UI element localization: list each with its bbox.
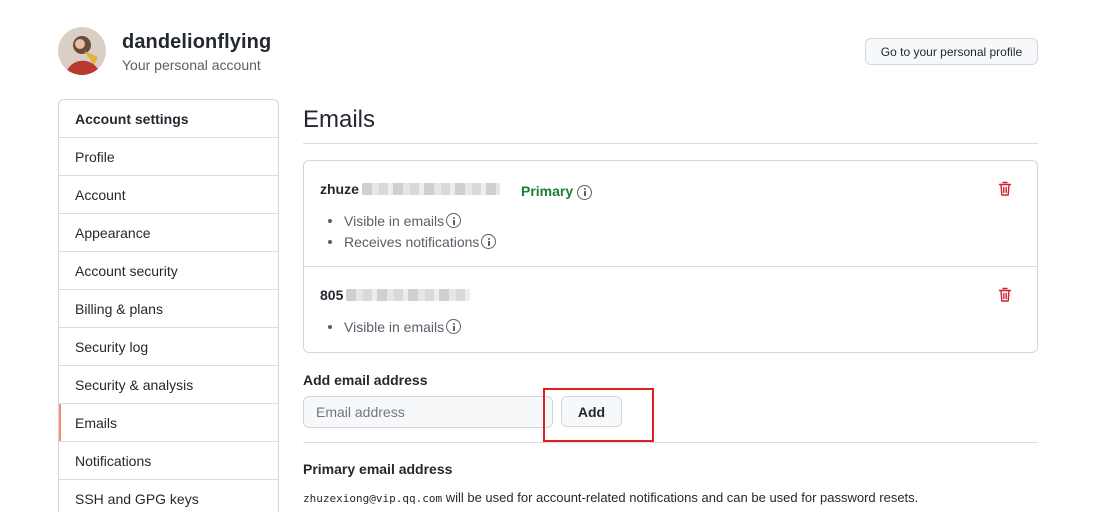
username: dandelionflying — [122, 31, 272, 53]
primary-email-heading: Primary email address — [303, 461, 453, 477]
sidebar-item-profile[interactable]: Profile — [59, 138, 278, 176]
property-label: Visible in emails — [344, 318, 445, 335]
list-item: Receives notifications — [328, 231, 497, 252]
email-row: 805 Visible in emails — [304, 267, 1037, 353]
sidebar-item-notifications[interactable]: Notifications — [59, 442, 278, 480]
email-list: zhuze Primary Visible in emails Receives… — [303, 160, 1038, 353]
sidebar-item-security-analysis[interactable]: Security & analysis — [59, 366, 278, 404]
info-icon[interactable] — [481, 234, 497, 249]
add-email-label: Add email address — [303, 372, 428, 388]
property-label: Receives notifications — [344, 233, 480, 250]
property-label: Visible in emails — [344, 212, 445, 229]
email-row: zhuze Primary Visible in emails Receives… — [304, 161, 1037, 267]
trash-icon[interactable] — [998, 287, 1012, 303]
trash-icon[interactable] — [998, 181, 1012, 197]
primary-email-text: will be used for account-related notific… — [442, 490, 919, 505]
list-item: Visible in emails — [328, 210, 496, 231]
email-address: 805 — [320, 287, 344, 303]
email-address: zhuze — [320, 181, 359, 197]
primary-badge-label: Primary — [521, 183, 574, 199]
info-icon[interactable] — [446, 319, 462, 334]
sidebar-item-emails[interactable]: Emails — [59, 404, 278, 442]
info-icon[interactable] — [577, 184, 593, 200]
title-divider — [303, 143, 1038, 144]
settings-sidebar: Account settings Profile Account Appeara… — [58, 99, 279, 512]
primary-email-description: zhuzexiong@vip.qq.com will be used for a… — [303, 490, 918, 505]
sidebar-item-account[interactable]: Account — [59, 176, 278, 214]
section-divider — [303, 442, 1038, 443]
list-item: Visible in emails — [328, 316, 462, 337]
redacted-email — [346, 289, 470, 301]
email-input[interactable] — [303, 396, 553, 428]
info-icon[interactable] — [446, 213, 462, 228]
account-type-label: Your personal account — [122, 57, 261, 73]
sidebar-item-billing[interactable]: Billing & plans — [59, 290, 278, 328]
sidebar-item-appearance[interactable]: Appearance — [59, 214, 278, 252]
redacted-email — [362, 183, 500, 195]
sidebar-item-ssh-gpg-keys[interactable]: SSH and GPG keys — [59, 480, 278, 512]
email-properties: Visible in emails — [328, 316, 462, 337]
avatar[interactable] — [58, 27, 106, 75]
go-to-profile-button[interactable]: Go to your personal profile — [865, 38, 1038, 65]
email-properties: Visible in emails Receives notifications — [328, 210, 497, 252]
sidebar-item-account-security[interactable]: Account security — [59, 252, 278, 290]
annotation-highlight-box — [543, 388, 654, 442]
sidebar-item-security-log[interactable]: Security log — [59, 328, 278, 366]
primary-badge: Primary — [521, 183, 593, 200]
page-title: Emails — [303, 106, 376, 133]
primary-email-value: zhuzexiong@vip.qq.com — [303, 492, 443, 505]
sidebar-heading: Account settings — [59, 100, 278, 138]
